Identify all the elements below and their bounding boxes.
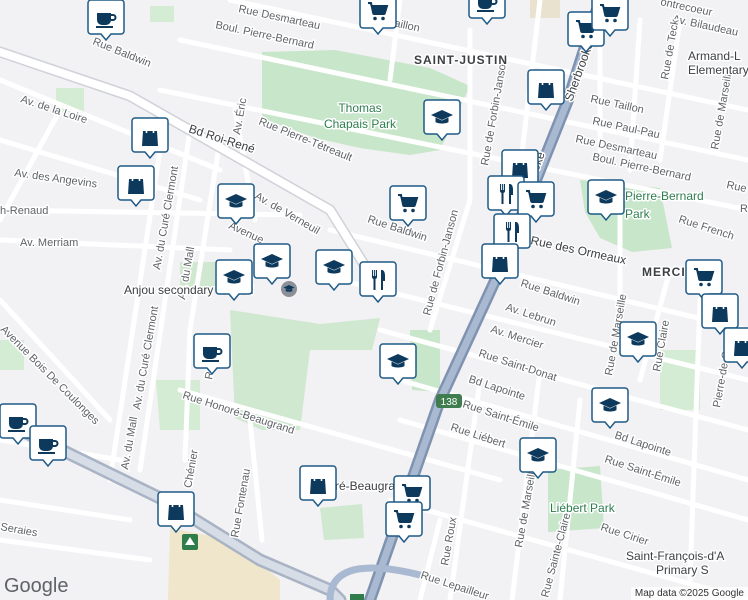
area-label-saint-justin: SAINT-JUSTIN	[414, 53, 508, 67]
pin-store-w1[interactable]	[131, 117, 169, 160]
school-poi-marker[interactable]	[281, 281, 297, 297]
pin-store-ne[interactable]	[527, 69, 565, 112]
pin-school-e2[interactable]	[591, 387, 629, 430]
park-label-thomas-2: Chapais Park	[324, 117, 397, 131]
pin-school-liebert[interactable]	[519, 437, 557, 480]
park-label-liebert: Liébert Park	[550, 501, 616, 515]
pin-school-anjou1[interactable]	[253, 243, 291, 286]
route-138-shield: 138	[436, 394, 462, 408]
park-label-thomas-1: Thomas	[338, 101, 381, 115]
green-block-south-area	[320, 504, 364, 540]
green-block-n-area	[150, 6, 174, 22]
route-138-label: 138	[441, 397, 458, 408]
pin-school-anjou2[interactable]	[315, 249, 353, 292]
commercial-area-n	[530, 0, 560, 18]
pin-shop-s2[interactable]	[385, 501, 423, 544]
green-block-sw-area	[156, 380, 200, 430]
park-label-pierre-1: Pierre-Bernard	[625, 189, 704, 203]
pin-shop-ne2[interactable]	[591, 0, 629, 38]
place-label-stfrancois-1: Saint-François-d'A	[626, 549, 724, 563]
pin-school-thomas[interactable]	[423, 99, 461, 142]
pin-shop-baldwin[interactable]	[389, 185, 427, 228]
pin-store-w2[interactable]	[117, 165, 155, 208]
pin-cafe-nw[interactable]	[87, 0, 125, 42]
street-label-rue-w: Rue	[740, 203, 748, 215]
pin-school-pierre[interactable]	[587, 179, 625, 222]
park-label-pierre-2: Park	[625, 207, 651, 221]
pin-school-e1[interactable]	[619, 321, 657, 364]
pin-food-c[interactable]	[359, 261, 397, 304]
map-copyright[interactable]: Map data ©2025 Google	[630, 587, 748, 600]
street-label-renaud: h-Renaud	[0, 205, 48, 217]
pin-cafe-sw2[interactable]	[29, 425, 67, 468]
pin-school-verneuil[interactable]	[217, 183, 255, 226]
pin-store-beaugrand[interactable]	[299, 465, 337, 508]
place-label-armand-1: Armand-L	[688, 49, 741, 63]
pin-cafe-c[interactable]	[193, 333, 231, 376]
google-logo: Google	[4, 575, 69, 597]
pin-store-sw[interactable]	[157, 491, 195, 534]
street-label-merriam: Av. Merriam	[20, 237, 78, 249]
pin-store-ormeaux[interactable]	[481, 243, 519, 286]
place-label-stfrancois-2: Primary S	[656, 563, 709, 577]
pin-store-e2[interactable]	[723, 327, 748, 370]
pin-school-c[interactable]	[379, 343, 417, 386]
pin-school-anjou3[interactable]	[215, 259, 253, 302]
place-label-armand-2: Elementary	[688, 63, 748, 77]
map-canvas[interactable]: 138 Rue Desmarteau Rue Baillon ontrecoeu…	[0, 0, 748, 600]
